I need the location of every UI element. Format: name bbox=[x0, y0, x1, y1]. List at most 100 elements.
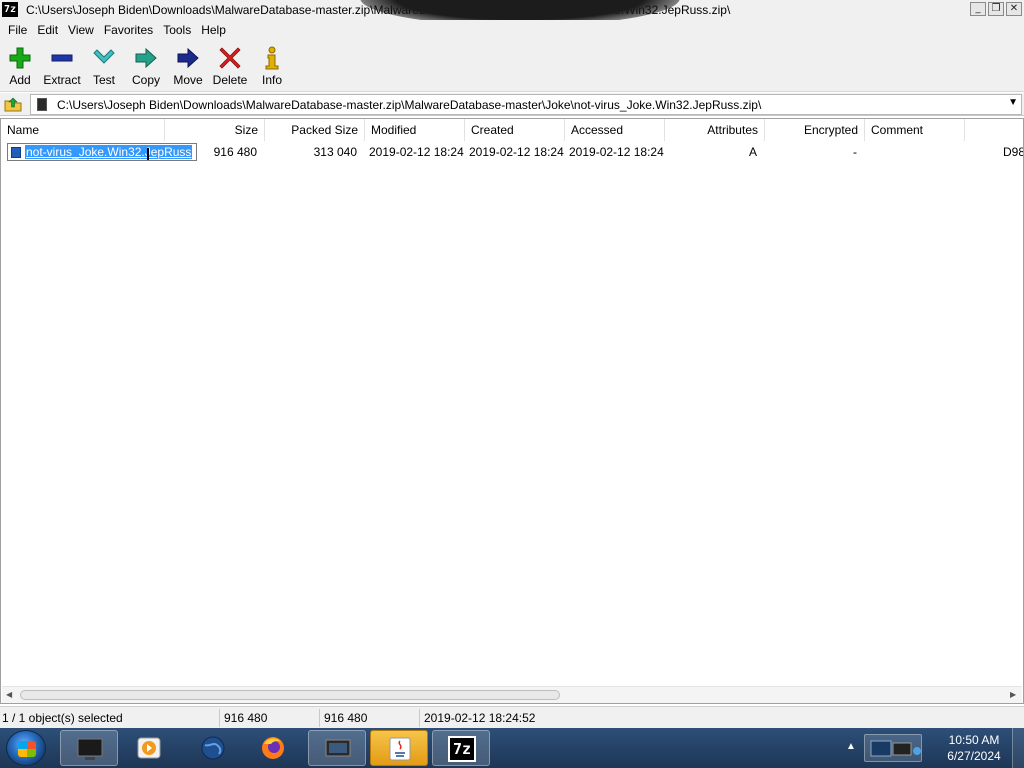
extract-button[interactable]: Extract bbox=[39, 44, 85, 88]
add-label: Add bbox=[9, 73, 31, 87]
column-size[interactable]: Size bbox=[165, 119, 265, 141]
info-label: Info bbox=[261, 73, 282, 87]
address-dropdown-arrow-icon[interactable]: ▼ bbox=[1008, 97, 1018, 108]
check-chevron-icon bbox=[93, 49, 115, 64]
address-field[interactable]: C:\Users\Joseph Biden\Downloads\MalwareD… bbox=[30, 94, 1022, 115]
status-selection: 1 / 1 object(s) selected bbox=[2, 711, 123, 725]
menu-file[interactable]: File bbox=[4, 20, 33, 40]
monitor-icon bbox=[77, 738, 103, 760]
test-button[interactable]: Test bbox=[81, 44, 127, 88]
clock-time: 10:50 AM bbox=[948, 733, 1000, 747]
minus-icon bbox=[51, 54, 73, 62]
taskbar-app-console[interactable] bbox=[60, 730, 118, 766]
restore-button[interactable]: ❐ bbox=[988, 2, 1004, 16]
status-bar: 1 / 1 object(s) selected 916 480 916 480… bbox=[0, 706, 1024, 728]
copy-label: Copy bbox=[131, 73, 160, 87]
scroll-right-arrow-icon[interactable]: ▶ bbox=[1010, 690, 1020, 699]
menu-bar: File Edit View Favorites Tools Help bbox=[0, 20, 1024, 40]
taskbar-app-firefox[interactable] bbox=[244, 730, 302, 766]
file-icon bbox=[11, 147, 21, 158]
taskbar-app-7zip[interactable]: 7z bbox=[432, 730, 490, 766]
move-button[interactable]: Move bbox=[165, 44, 211, 88]
column-attributes[interactable]: Attributes bbox=[665, 119, 765, 141]
tray-app-icon[interactable] bbox=[864, 734, 922, 762]
extract-label: Extract bbox=[43, 73, 81, 87]
column-created[interactable]: Created bbox=[465, 119, 565, 141]
status-packed: 916 480 bbox=[324, 711, 368, 725]
zip-archive-icon bbox=[37, 98, 47, 111]
address-path: C:\Users\Joseph Biden\Downloads\MalwareD… bbox=[57, 98, 762, 112]
start-button[interactable] bbox=[6, 730, 46, 766]
column-header: Name Size Packed Size Modified Created A… bbox=[1, 119, 1023, 141]
folder-up-icon[interactable] bbox=[4, 96, 22, 112]
table-row[interactable]: not-virus_Joke.Win32.JepRuss 916 480 313… bbox=[1, 143, 1024, 161]
taskbar-app-globe[interactable] bbox=[184, 730, 242, 766]
taskbar-app-java[interactable] bbox=[370, 730, 428, 766]
delete-button[interactable]: Delete bbox=[207, 44, 253, 88]
firefox-icon bbox=[262, 737, 284, 759]
status-separator bbox=[319, 709, 320, 727]
info-button[interactable]: Info bbox=[249, 44, 295, 88]
cell-packed-size: 313 040 bbox=[313, 145, 357, 159]
minimize-button[interactable]: _ bbox=[970, 2, 986, 16]
clock-date: 6/27/2024 bbox=[947, 749, 1001, 763]
cell-accessed: 2019-02-12 18:24 bbox=[569, 145, 664, 159]
taskbar-app-window[interactable] bbox=[308, 730, 366, 766]
system-clock[interactable]: 10:50 AM 6/27/2024 bbox=[940, 732, 1008, 764]
status-separator bbox=[419, 709, 420, 727]
delete-x-icon bbox=[219, 47, 241, 69]
status-size: 916 480 bbox=[224, 711, 268, 725]
add-button[interactable]: Add bbox=[0, 44, 43, 88]
column-encrypted[interactable]: Encrypted bbox=[765, 119, 865, 141]
taskbar-app-media-player[interactable] bbox=[120, 730, 178, 766]
plus-icon bbox=[9, 47, 31, 69]
column-name[interactable]: Name bbox=[1, 119, 165, 141]
toolbar: Add Extract Test Copy Move Delete Info bbox=[0, 40, 1024, 92]
menu-edit[interactable]: Edit bbox=[33, 20, 64, 40]
status-date: 2019-02-12 18:24:52 bbox=[424, 711, 536, 725]
window-controls: _ ❐ ✕ bbox=[970, 2, 1022, 16]
menu-favorites[interactable]: Favorites bbox=[100, 20, 159, 40]
column-comment[interactable]: Comment bbox=[865, 119, 965, 141]
copy-arrow-icon bbox=[135, 47, 157, 69]
globe-icon bbox=[201, 736, 225, 760]
show-hidden-icons-arrow-icon[interactable]: ▲ bbox=[846, 741, 856, 752]
window-monitor-icon bbox=[325, 739, 351, 757]
java-icon bbox=[389, 737, 411, 761]
cell-encrypted: - bbox=[853, 145, 857, 159]
cell-attributes: A bbox=[748, 145, 757, 159]
7zip-icon: 7z bbox=[448, 736, 476, 762]
file-list: Name Size Packed Size Modified Created A… bbox=[0, 118, 1024, 704]
status-separator bbox=[219, 709, 220, 727]
cell-modified: 2019-02-12 18:24 bbox=[369, 145, 464, 159]
close-button[interactable]: ✕ bbox=[1006, 2, 1022, 16]
test-label: Test bbox=[92, 73, 115, 87]
column-modified[interactable]: Modified bbox=[365, 119, 465, 141]
scroll-left-arrow-icon[interactable]: ◀ bbox=[6, 690, 16, 699]
cell-overflow: D98 bbox=[1003, 145, 1024, 159]
menu-view[interactable]: View bbox=[64, 20, 100, 40]
text-cursor bbox=[147, 148, 149, 160]
cell-size: 916 480 bbox=[213, 145, 257, 159]
move-arrow-icon bbox=[177, 47, 199, 69]
address-bar: C:\Users\Joseph Biden\Downloads\MalwareD… bbox=[0, 93, 1024, 116]
scrollbar-thumb[interactable] bbox=[20, 690, 560, 700]
menu-help[interactable]: Help bbox=[197, 20, 232, 40]
taskbar: 7z ▲ 10:50 AM 6/27/2024 bbox=[0, 728, 1024, 768]
windows-logo-icon bbox=[18, 741, 36, 757]
horizontal-scrollbar[interactable]: ◀ ▶ bbox=[2, 686, 1022, 703]
app-icon: 7z bbox=[2, 2, 18, 17]
cell-created: 2019-02-12 18:24 bbox=[469, 145, 564, 159]
delete-label: Delete bbox=[212, 73, 248, 87]
info-icon bbox=[265, 46, 279, 70]
recording-overlay bbox=[360, 0, 680, 20]
column-packed-size[interactable]: Packed Size bbox=[265, 119, 365, 141]
copy-button[interactable]: Copy bbox=[123, 44, 169, 88]
show-desktop-button[interactable] bbox=[1012, 728, 1024, 768]
column-accessed[interactable]: Accessed bbox=[565, 119, 665, 141]
menu-tools[interactable]: Tools bbox=[159, 20, 197, 40]
move-label: Move bbox=[173, 73, 203, 87]
title-bar: 7z C:\Users\Joseph Biden\Downloads\Malwa… bbox=[0, 0, 1024, 20]
network-monitor-icon bbox=[870, 740, 921, 757]
media-player-icon bbox=[137, 737, 161, 759]
